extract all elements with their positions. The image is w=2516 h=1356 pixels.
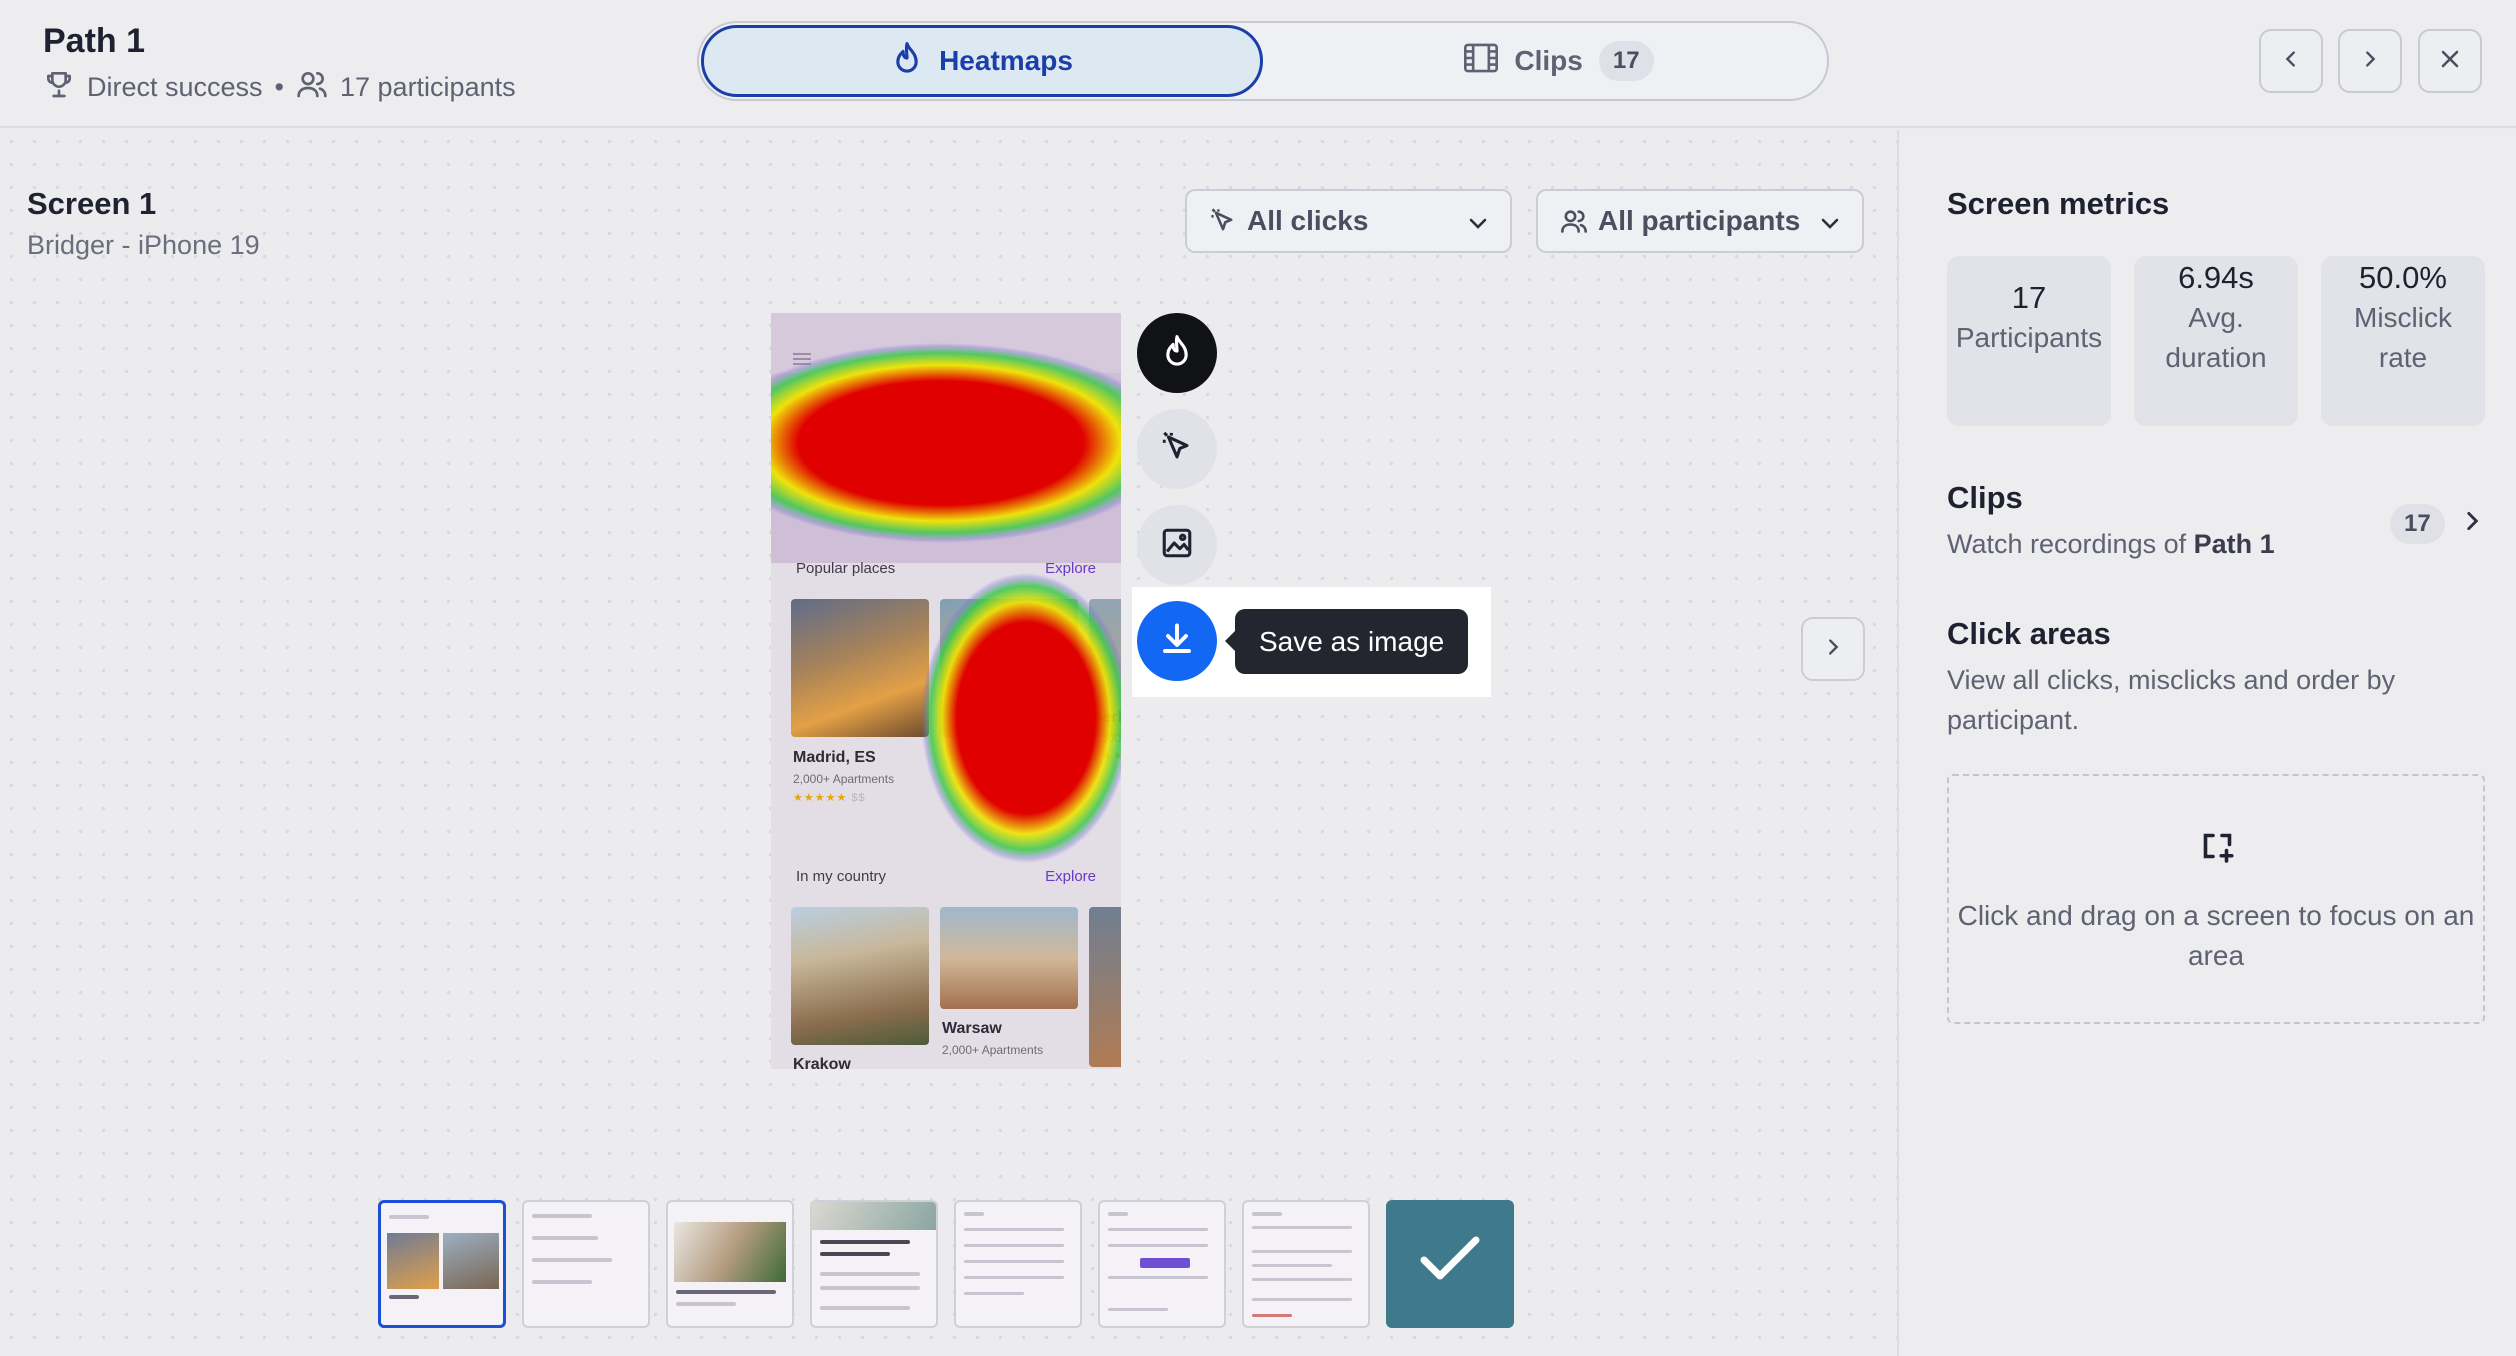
heatmap-mode-button[interactable]: [1137, 313, 1217, 393]
metric-misclick-label: Misclick rate: [2354, 302, 2452, 373]
metric-duration-value: 6.94s: [2178, 260, 2254, 295]
metric-duration-label: Avg. duration: [2165, 302, 2267, 373]
download-icon: [1159, 621, 1195, 662]
card-warsaw-name: Warsaw: [942, 1020, 1002, 1037]
clips-title: Clips: [1947, 480, 2023, 515]
chevron-down-icon: [1469, 218, 1487, 229]
screen-thumbnail[interactable]: [954, 1200, 1082, 1328]
save-tooltip: Save as image: [1224, 609, 1469, 674]
screen-thumbnail[interactable]: [1386, 1200, 1514, 1328]
chevron-left-icon: [2280, 48, 2302, 75]
flame-icon: [891, 41, 939, 82]
card-krakow-name: Krakow: [793, 1056, 851, 1069]
metric-misclick-value: 50.0%: [2359, 260, 2447, 295]
card-madrid-name: Madrid, ES: [793, 749, 876, 766]
next-button[interactable]: [2338, 29, 2402, 93]
clicks-filter-dropdown[interactable]: All clicks: [1185, 189, 1512, 253]
chip-location: City Centre: [964, 498, 1025, 512]
select-area-icon: [2199, 828, 2239, 869]
clips-count-badge: 17: [1598, 41, 1654, 81]
card-madrid-rating: ★★★★★ $$: [793, 792, 866, 804]
metric-participants: 17 Participants: [1947, 256, 2111, 426]
warsaw-image: [940, 907, 1078, 1009]
path-meta: Direct success • 17 participants: [43, 68, 516, 107]
tab-clips[interactable]: Clips 17: [1299, 25, 1819, 97]
screen-thumbnail[interactable]: [666, 1200, 794, 1328]
screen-thumbnails: [378, 1200, 1514, 1328]
krakow-image: [791, 907, 929, 1045]
clips-count-badge: 17: [2390, 504, 2445, 544]
menu-icon: [793, 353, 811, 365]
clips-subtitle: Watch recordings of Path 1: [1947, 529, 2275, 559]
tab-heatmaps[interactable]: Heatmaps: [701, 25, 1263, 97]
card-berlin-rating: ★★★: [1091, 750, 1121, 762]
participants-filter-dropdown[interactable]: All participants: [1536, 189, 1864, 253]
metric-participants-label: Participants: [1955, 322, 2103, 353]
card-madrid-sub: 2,000+ Apartments: [793, 772, 895, 786]
madrid-image: [791, 599, 929, 737]
search-chips: 2 People Up to £ 100 City Centre: [799, 498, 1099, 512]
screen-thumbnail[interactable]: [522, 1200, 650, 1328]
view-switcher: Heatmaps Clips 17: [697, 21, 1829, 101]
screen-device: Bridger - iPhone 19: [27, 230, 260, 260]
previous-button[interactable]: [2259, 29, 2323, 93]
section-country-title: In my country: [796, 868, 887, 885]
app-header: [771, 313, 1121, 563]
film-icon: [1464, 43, 1514, 80]
metrics-panel: Screen metrics 17 Participants 6.94s Avg…: [1897, 130, 2516, 1356]
click-area-hint: Click and drag on a screen to focus on a…: [1957, 900, 2475, 971]
next-screen-button[interactable]: [1801, 617, 1865, 681]
chip-budget: Up to £ 100: [874, 498, 937, 512]
heatmap-canvas: Screen 1 Bridger - iPhone 19 All clicks …: [0, 130, 1897, 1356]
meta-separator: •: [274, 72, 284, 102]
chip-people: 2 People: [799, 498, 847, 512]
chevron-right-icon: [1822, 636, 1844, 663]
clickmap-mode-button[interactable]: [1137, 409, 1217, 489]
image-mode-button[interactable]: [1137, 505, 1217, 585]
users-icon: [1561, 210, 1587, 233]
top-bar: Path 1 Direct success • 17 participants …: [0, 0, 2516, 128]
close-icon: [2438, 47, 2462, 76]
screen-thumbnail[interactable]: [1242, 1200, 1370, 1328]
trophy-icon: [43, 68, 87, 107]
users-icon: [296, 68, 340, 107]
tab-heatmaps-label: Heatmaps: [939, 45, 1073, 76]
participant-count: 17 participants: [340, 72, 516, 102]
city-image: [940, 599, 1078, 737]
third-city-image: [1089, 907, 1121, 1067]
screen-title: Screen 1: [27, 186, 157, 221]
save-as-image-button[interactable]: [1137, 601, 1217, 681]
clicks-filter-label: All clicks: [1247, 205, 1369, 236]
tab-clips-label: Clips: [1514, 45, 1583, 76]
screen-preview[interactable]: 2 People Up to £ 100 City Centre Popular…: [771, 313, 1121, 1069]
chevron-right-icon: [2359, 48, 2381, 75]
path-title: Path 1: [43, 22, 146, 60]
screen-thumbnail[interactable]: [1098, 1200, 1226, 1328]
metric-participants-value: 17: [2011, 280, 2047, 315]
metric-duration: 6.94s Avg. duration: [2134, 256, 2298, 426]
click-area-dropzone[interactable]: Click and drag on a screen to focus on a…: [1947, 774, 2485, 1024]
screen-thumbnail[interactable]: [810, 1200, 938, 1328]
close-button[interactable]: [2418, 29, 2482, 93]
image-icon: [1160, 526, 1194, 565]
chevron-right-icon: [2459, 508, 2485, 539]
check-icon: [1420, 1236, 1480, 1280]
card-berlin-sub: 1,500: [1091, 731, 1121, 745]
section-country-link: Explore: [1045, 868, 1096, 885]
flame-icon: [1161, 334, 1193, 373]
metric-misclick: 50.0% Misclick rate: [2321, 256, 2485, 426]
path-result: Direct success: [87, 72, 263, 102]
participants-filter-label: All participants: [1598, 205, 1801, 236]
click-areas-title: Click areas: [1947, 616, 2111, 651]
cursor-click-icon: [1211, 208, 1233, 231]
card-berlin-name: Berl: [1091, 709, 1121, 726]
screen-thumbnail[interactable]: [378, 1200, 506, 1328]
cursor-click-icon: [1160, 430, 1194, 469]
section-popular-title: Popular places: [796, 560, 896, 577]
metrics-title: Screen metrics: [1947, 186, 2170, 221]
click-areas-subtitle: View all clicks, misclicks and order by …: [1947, 665, 2396, 735]
card-warsaw-sub: 2,000+ Apartments: [942, 1043, 1044, 1057]
chevron-down-icon: [1821, 218, 1839, 229]
section-popular-link: Explore: [1045, 560, 1096, 577]
